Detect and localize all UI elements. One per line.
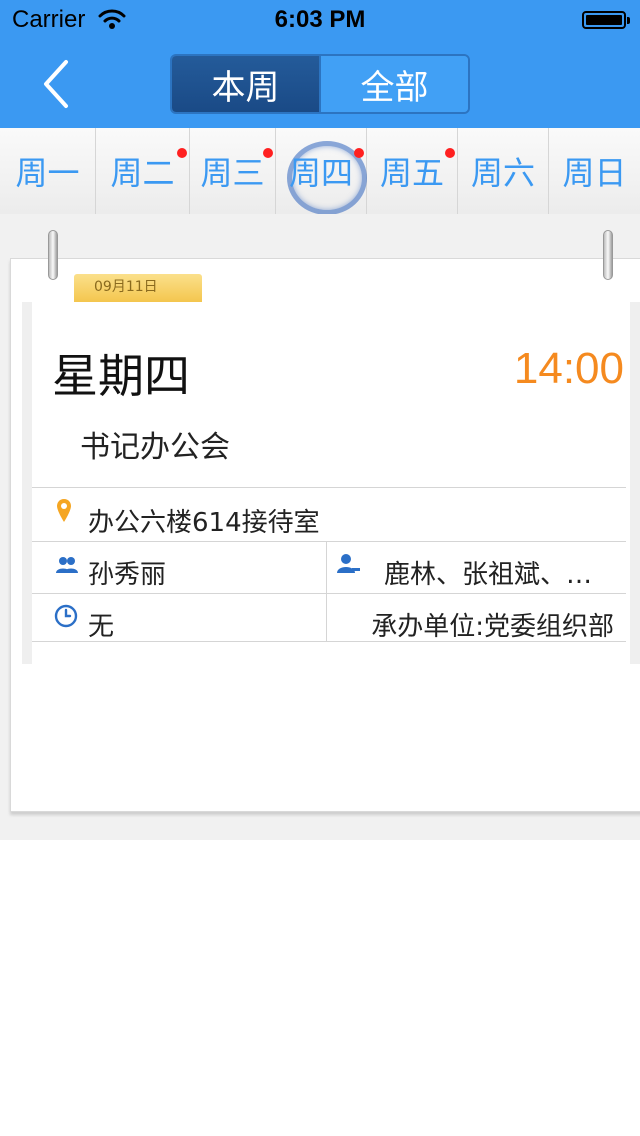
event-location: 办公六楼614接待室 xyxy=(88,508,320,538)
divider xyxy=(32,593,626,594)
event-indicator-dot xyxy=(263,148,273,158)
tab-tuesday[interactable]: 周二 xyxy=(96,128,190,214)
day-label: 周二 xyxy=(110,154,175,192)
event-title: 书记办公会 xyxy=(80,430,230,465)
segment-this-week[interactable]: 本周 xyxy=(172,56,319,112)
event-indicator-dot xyxy=(354,148,364,158)
tab-wednesday[interactable]: 周三 xyxy=(190,128,276,214)
binder-ring-icon xyxy=(603,230,613,280)
day-label: 周一 xyxy=(15,154,80,192)
status-time: 6:03 PM xyxy=(274,6,366,33)
status-bar: Carrier 6:03 PM xyxy=(0,0,640,40)
event-organizer: 承办单位:党委组织部 xyxy=(371,612,614,642)
group-icon xyxy=(56,557,78,573)
weekday-tab-bar: 周一 周二 周三 周四 周五 周六 周日 xyxy=(0,128,640,215)
date-tab: 09月11日 xyxy=(74,274,202,302)
event-reminder: 无 xyxy=(88,612,115,642)
event-host: 孙秀丽 xyxy=(88,560,167,590)
tab-thursday[interactable]: 周四 xyxy=(276,128,367,215)
day-label: 周三 xyxy=(200,154,265,192)
clock-icon xyxy=(54,604,78,628)
tab-sunday[interactable]: 周日 xyxy=(549,128,640,214)
segment-all[interactable]: 全部 xyxy=(319,56,468,112)
day-label: 周四 xyxy=(288,154,353,192)
binder-ring-icon xyxy=(48,230,58,280)
tab-saturday[interactable]: 周六 xyxy=(458,128,549,214)
tab-friday[interactable]: 周五 xyxy=(367,128,458,214)
event-weekday: 星期四 xyxy=(52,349,190,403)
battery-icon xyxy=(582,11,630,29)
event-time: 14:00 xyxy=(513,344,624,393)
divider xyxy=(32,487,626,488)
event-indicator-dot xyxy=(177,148,187,158)
divider xyxy=(32,541,626,542)
week-scope-segmented-control[interactable]: 本周 全部 xyxy=(170,54,470,114)
divider xyxy=(326,541,327,641)
location-pin-icon xyxy=(57,499,71,522)
day-label: 周日 xyxy=(562,154,627,192)
day-label: 周六 xyxy=(470,154,535,192)
back-chevron-icon[interactable] xyxy=(36,56,76,112)
event-participants: 鹿林、张祖斌、… xyxy=(384,560,593,590)
event-indicator-dot xyxy=(445,148,455,158)
tab-monday[interactable]: 周一 xyxy=(0,128,96,214)
person-icon xyxy=(337,554,360,573)
header-bar: Carrier 6:03 PM 本周 全部 xyxy=(0,0,640,128)
day-label: 周五 xyxy=(379,154,444,192)
